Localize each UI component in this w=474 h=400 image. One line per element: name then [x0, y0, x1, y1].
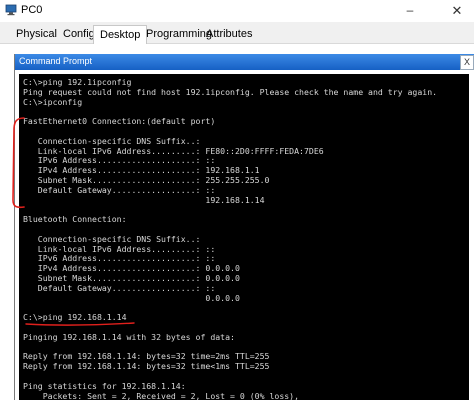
minimize-button[interactable]: – [392, 0, 428, 22]
tab-bar: Physical Config Desktop Programming Attr… [0, 22, 474, 44]
pc-app-icon [5, 4, 17, 16]
window-titlebar: PC0 – ✕ [0, 0, 474, 22]
window-title: PC0 [21, 4, 43, 16]
terminal-line: Reply from 192.168.1.14: bytes=32 time=2… [23, 351, 270, 362]
terminal-line: Link-local IPv6 Address.........: :: [23, 243, 216, 254]
terminal-line: Ping request could not find host 192.1ip… [23, 86, 438, 97]
terminal-line: Subnet Mask.....................: 0.0.0.… [23, 273, 240, 283]
terminal-line: Reply from 192.168.1.14: bytes=32 time<1… [23, 361, 270, 372]
terminal-line: C:\>ping 192.168.1.14 [23, 312, 127, 323]
command-prompt-titlebar: Command Prompt X [15, 54, 474, 70]
tab-programming[interactable]: Programming [146, 27, 212, 42]
terminal-line: Connection-specific DNS Suffix..: [23, 135, 201, 146]
terminal-line: Connection-specific DNS Suffix..: [23, 233, 201, 244]
desktop-content: Command Prompt X C:\>ping 192.1ipconfig P… [0, 44, 474, 400]
terminal-line: IPv4 Address....................: 192.16… [23, 165, 260, 176]
tab-desktop[interactable]: Desktop [93, 25, 148, 44]
command-prompt-title: Command Prompt [19, 56, 93, 66]
terminal-line: 192.168.1.14 [23, 194, 265, 205]
command-prompt-window: Command Prompt X C:\>ping 192.1ipconfig P… [14, 54, 474, 400]
terminal-line: C:\>ping 192.1ipconfig [23, 77, 132, 87]
pc0-window: PC0 – ✕ Physical Config Desktop Programm… [0, 0, 474, 400]
terminal-line: Subnet Mask.....................: 255.25… [23, 175, 270, 185]
terminal-line: Pinging 192.168.1.14 with 32 bytes of da… [23, 331, 235, 342]
tab-config[interactable]: Config [63, 27, 95, 42]
terminal-line: IPv6 Address....................: :: [23, 155, 216, 166]
terminal-line: Default Gateway.................: :: [23, 184, 216, 195]
terminal-output[interactable]: C:\>ping 192.1ipconfig Ping request could… [19, 74, 469, 400]
terminal-line: Default Gateway.................: :: [23, 282, 216, 293]
terminal-line: IPv6 Address....................: :: [23, 253, 216, 264]
tab-physical[interactable]: Physical [16, 27, 57, 42]
terminal-line: 0.0.0.0 [23, 292, 240, 303]
terminal-line: Link-local IPv6 Address.........: FE80::… [23, 145, 324, 156]
terminal-line: IPv4 Address....................: 0.0.0.… [23, 263, 240, 274]
terminal-line: Ping statistics for 192.168.1.14: [23, 380, 186, 391]
terminal-line: FastEthernet0 Connection:(default port) [23, 116, 216, 127]
tab-attributes[interactable]: Attributes [206, 27, 252, 42]
terminal-line: Bluetooth Connection: [23, 214, 127, 225]
terminal-line: Packets: Sent = 2, Received = 2, Lost = … [23, 390, 300, 400]
close-button[interactable]: ✕ [440, 0, 474, 22]
command-prompt-close-button[interactable]: X [460, 55, 474, 70]
terminal-line: C:\>ipconfig [23, 96, 83, 107]
